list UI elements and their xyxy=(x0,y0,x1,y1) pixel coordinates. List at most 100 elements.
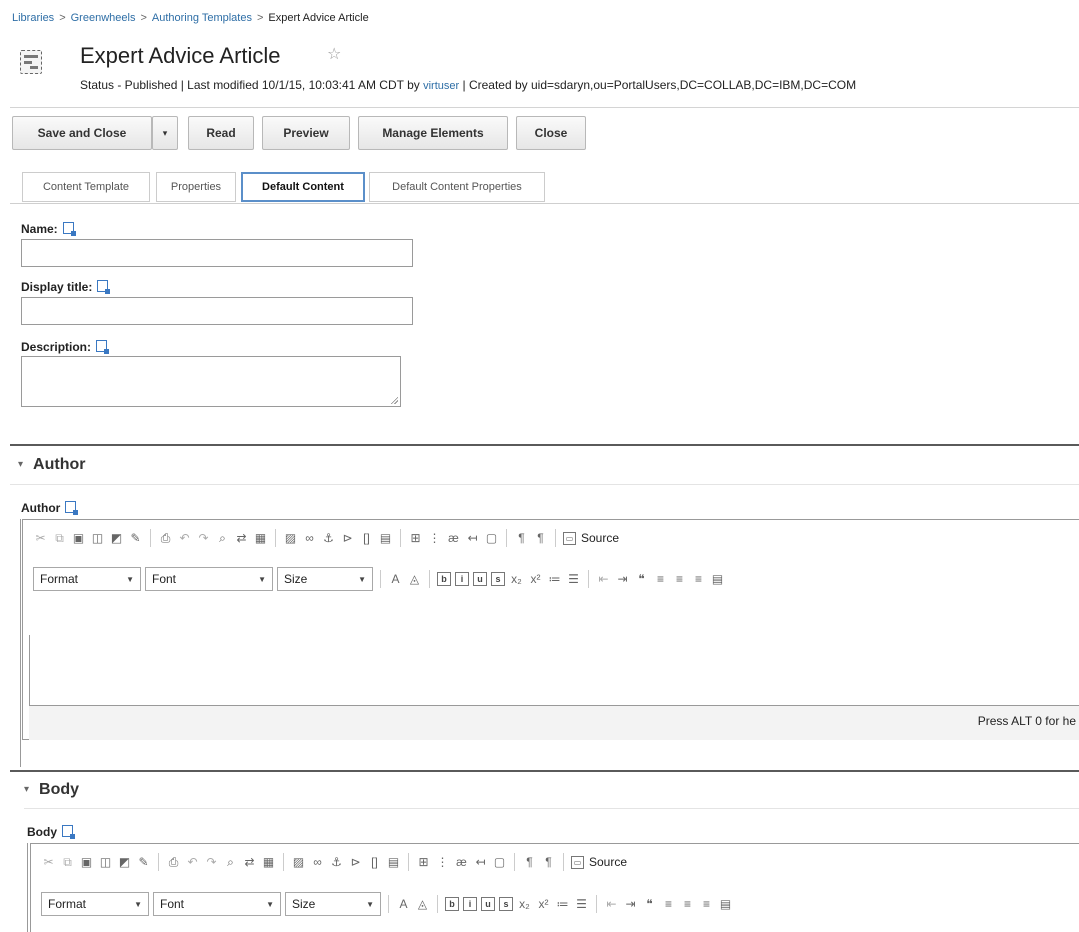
special-char-icon[interactable]: æ xyxy=(454,855,469,870)
horizontal-rule-icon[interactable]: ⋮ xyxy=(427,531,442,546)
undo-icon[interactable]: ↶ xyxy=(185,855,200,870)
table-icon[interactable]: ⊞ xyxy=(416,855,431,870)
bold-icon[interactable]: b xyxy=(437,572,451,586)
outdent-icon[interactable]: ⇤ xyxy=(596,572,611,587)
paste-word-icon[interactable]: ◩ xyxy=(109,531,124,546)
copy-icon[interactable]: ⧉ xyxy=(60,855,75,870)
page-break-icon[interactable]: ↤ xyxy=(465,531,480,546)
paste-text-icon[interactable]: ◫ xyxy=(90,531,105,546)
text-color-icon[interactable]: A xyxy=(388,572,403,587)
link-icon[interactable]: ∞ xyxy=(310,855,325,870)
select-all-icon[interactable]: ▦ xyxy=(253,531,268,546)
copy-icon[interactable]: ⧉ xyxy=(52,531,67,546)
link-icon[interactable]: ∞ xyxy=(302,531,317,546)
numbered-list-icon[interactable]: ≔ xyxy=(547,572,562,587)
redo-icon[interactable]: ↷ xyxy=(196,531,211,546)
italic-icon[interactable]: i xyxy=(455,572,469,586)
align-right-icon[interactable]: ≡ xyxy=(691,572,706,587)
numbered-list-icon[interactable]: ≔ xyxy=(555,897,570,912)
edit-properties-icon[interactable] xyxy=(65,501,79,515)
replace-icon[interactable]: ⇄ xyxy=(242,855,257,870)
source-button[interactable]: ▭ Source xyxy=(571,855,627,869)
anchor-icon[interactable]: ⚓ xyxy=(329,855,344,870)
strikethrough-icon[interactable]: s xyxy=(499,897,513,911)
edit-properties-icon[interactable] xyxy=(97,280,111,294)
bulleted-list-icon[interactable]: ☰ xyxy=(566,572,581,587)
align-left-icon[interactable]: ≡ xyxy=(653,572,668,587)
name-input[interactable] xyxy=(21,239,413,267)
undo-icon[interactable]: ↶ xyxy=(177,531,192,546)
superscript-icon[interactable]: x² xyxy=(528,572,543,587)
ltr-icon[interactable]: ¶ xyxy=(514,531,529,546)
underline-icon[interactable]: u xyxy=(473,572,487,586)
author-section-header[interactable]: ▾ Author xyxy=(18,456,85,474)
blockquote-icon[interactable]: ❝ xyxy=(634,572,649,587)
spellcheck-icon[interactable]: ✎ xyxy=(136,855,151,870)
font-dropdown[interactable]: Font ▼ xyxy=(145,567,273,591)
tab-content-template[interactable]: Content Template xyxy=(22,172,150,202)
edit-properties-icon[interactable] xyxy=(62,222,76,236)
paste-icon[interactable]: ▣ xyxy=(71,531,86,546)
tab-properties[interactable]: Properties xyxy=(156,172,236,202)
strikethrough-icon[interactable]: s xyxy=(491,572,505,586)
background-color-icon[interactable]: ◬ xyxy=(407,572,422,587)
image-icon[interactable]: ▨ xyxy=(291,855,306,870)
bulleted-list-icon[interactable]: ☰ xyxy=(574,897,589,912)
user-link[interactable]: virtuser xyxy=(423,80,459,92)
body-section-header[interactable]: ▾ Body xyxy=(24,781,79,799)
ltr-icon[interactable]: ¶ xyxy=(522,855,537,870)
insert-element-icon[interactable]: ⊳ xyxy=(340,531,355,546)
manage-elements-button[interactable]: Manage Elements xyxy=(358,116,508,150)
insert-element-icon[interactable]: ⊳ xyxy=(348,855,363,870)
save-and-close-button[interactable]: Save and Close xyxy=(12,116,152,150)
special-char-icon[interactable]: æ xyxy=(446,531,461,546)
size-dropdown[interactable]: Size ▼ xyxy=(277,567,373,591)
cut-icon[interactable]: ✂ xyxy=(33,531,48,546)
indent-icon[interactable]: ⇥ xyxy=(615,572,630,587)
paste-icon[interactable]: ▣ xyxy=(79,855,94,870)
cut-icon[interactable]: ✂ xyxy=(41,855,56,870)
breadcrumb-authoring-templates[interactable]: Authoring Templates xyxy=(152,12,252,24)
align-center-icon[interactable]: ≡ xyxy=(672,572,687,587)
redo-icon[interactable]: ↷ xyxy=(204,855,219,870)
justify-icon[interactable]: ▤ xyxy=(718,897,733,912)
replace-icon[interactable]: ⇄ xyxy=(234,531,249,546)
italic-icon[interactable]: i xyxy=(463,897,477,911)
brackets-icon[interactable]: [] xyxy=(359,531,374,546)
form-icon[interactable]: ▢ xyxy=(492,855,507,870)
close-button[interactable]: Close xyxy=(516,116,586,150)
paste-word-icon[interactable]: ◩ xyxy=(117,855,132,870)
find-icon[interactable]: ⌕ xyxy=(215,531,230,546)
save-options-dropdown[interactable]: ▾ xyxy=(152,116,178,150)
font-dropdown[interactable]: Font ▼ xyxy=(153,892,281,916)
outdent-icon[interactable]: ⇤ xyxy=(604,897,619,912)
favorite-star-icon[interactable]: ☆ xyxy=(327,44,341,64)
resize-grip-icon[interactable] xyxy=(390,396,398,404)
format-dropdown[interactable]: Format ▼ xyxy=(41,892,149,916)
page-break-icon[interactable]: ↤ xyxy=(473,855,488,870)
justify-icon[interactable]: ▤ xyxy=(710,572,725,587)
bold-icon[interactable]: b xyxy=(445,897,459,911)
subscript-icon[interactable]: x₂ xyxy=(509,572,524,587)
description-textarea[interactable] xyxy=(21,356,401,407)
display-title-input[interactable] xyxy=(21,297,413,325)
superscript-icon[interactable]: x² xyxy=(536,897,551,912)
component-icon[interactable]: ▤ xyxy=(386,855,401,870)
preview-button[interactable]: Preview xyxy=(262,116,350,150)
align-left-icon[interactable]: ≡ xyxy=(661,897,676,912)
spellcheck-icon[interactable]: ✎ xyxy=(128,531,143,546)
align-right-icon[interactable]: ≡ xyxy=(699,897,714,912)
tab-default-content-properties[interactable]: Default Content Properties xyxy=(369,172,545,202)
find-icon[interactable]: ⌕ xyxy=(223,855,238,870)
brackets-icon[interactable]: [] xyxy=(367,855,382,870)
read-button[interactable]: Read xyxy=(188,116,254,150)
paste-text-icon[interactable]: ◫ xyxy=(98,855,113,870)
form-icon[interactable]: ▢ xyxy=(484,531,499,546)
author-editor-content[interactable] xyxy=(29,604,1079,704)
format-dropdown[interactable]: Format ▼ xyxy=(33,567,141,591)
size-dropdown[interactable]: Size ▼ xyxy=(285,892,381,916)
tab-default-content[interactable]: Default Content xyxy=(241,172,365,202)
background-color-icon[interactable]: ◬ xyxy=(415,897,430,912)
rtl-icon[interactable]: ¶ xyxy=(541,855,556,870)
blockquote-icon[interactable]: ❝ xyxy=(642,897,657,912)
